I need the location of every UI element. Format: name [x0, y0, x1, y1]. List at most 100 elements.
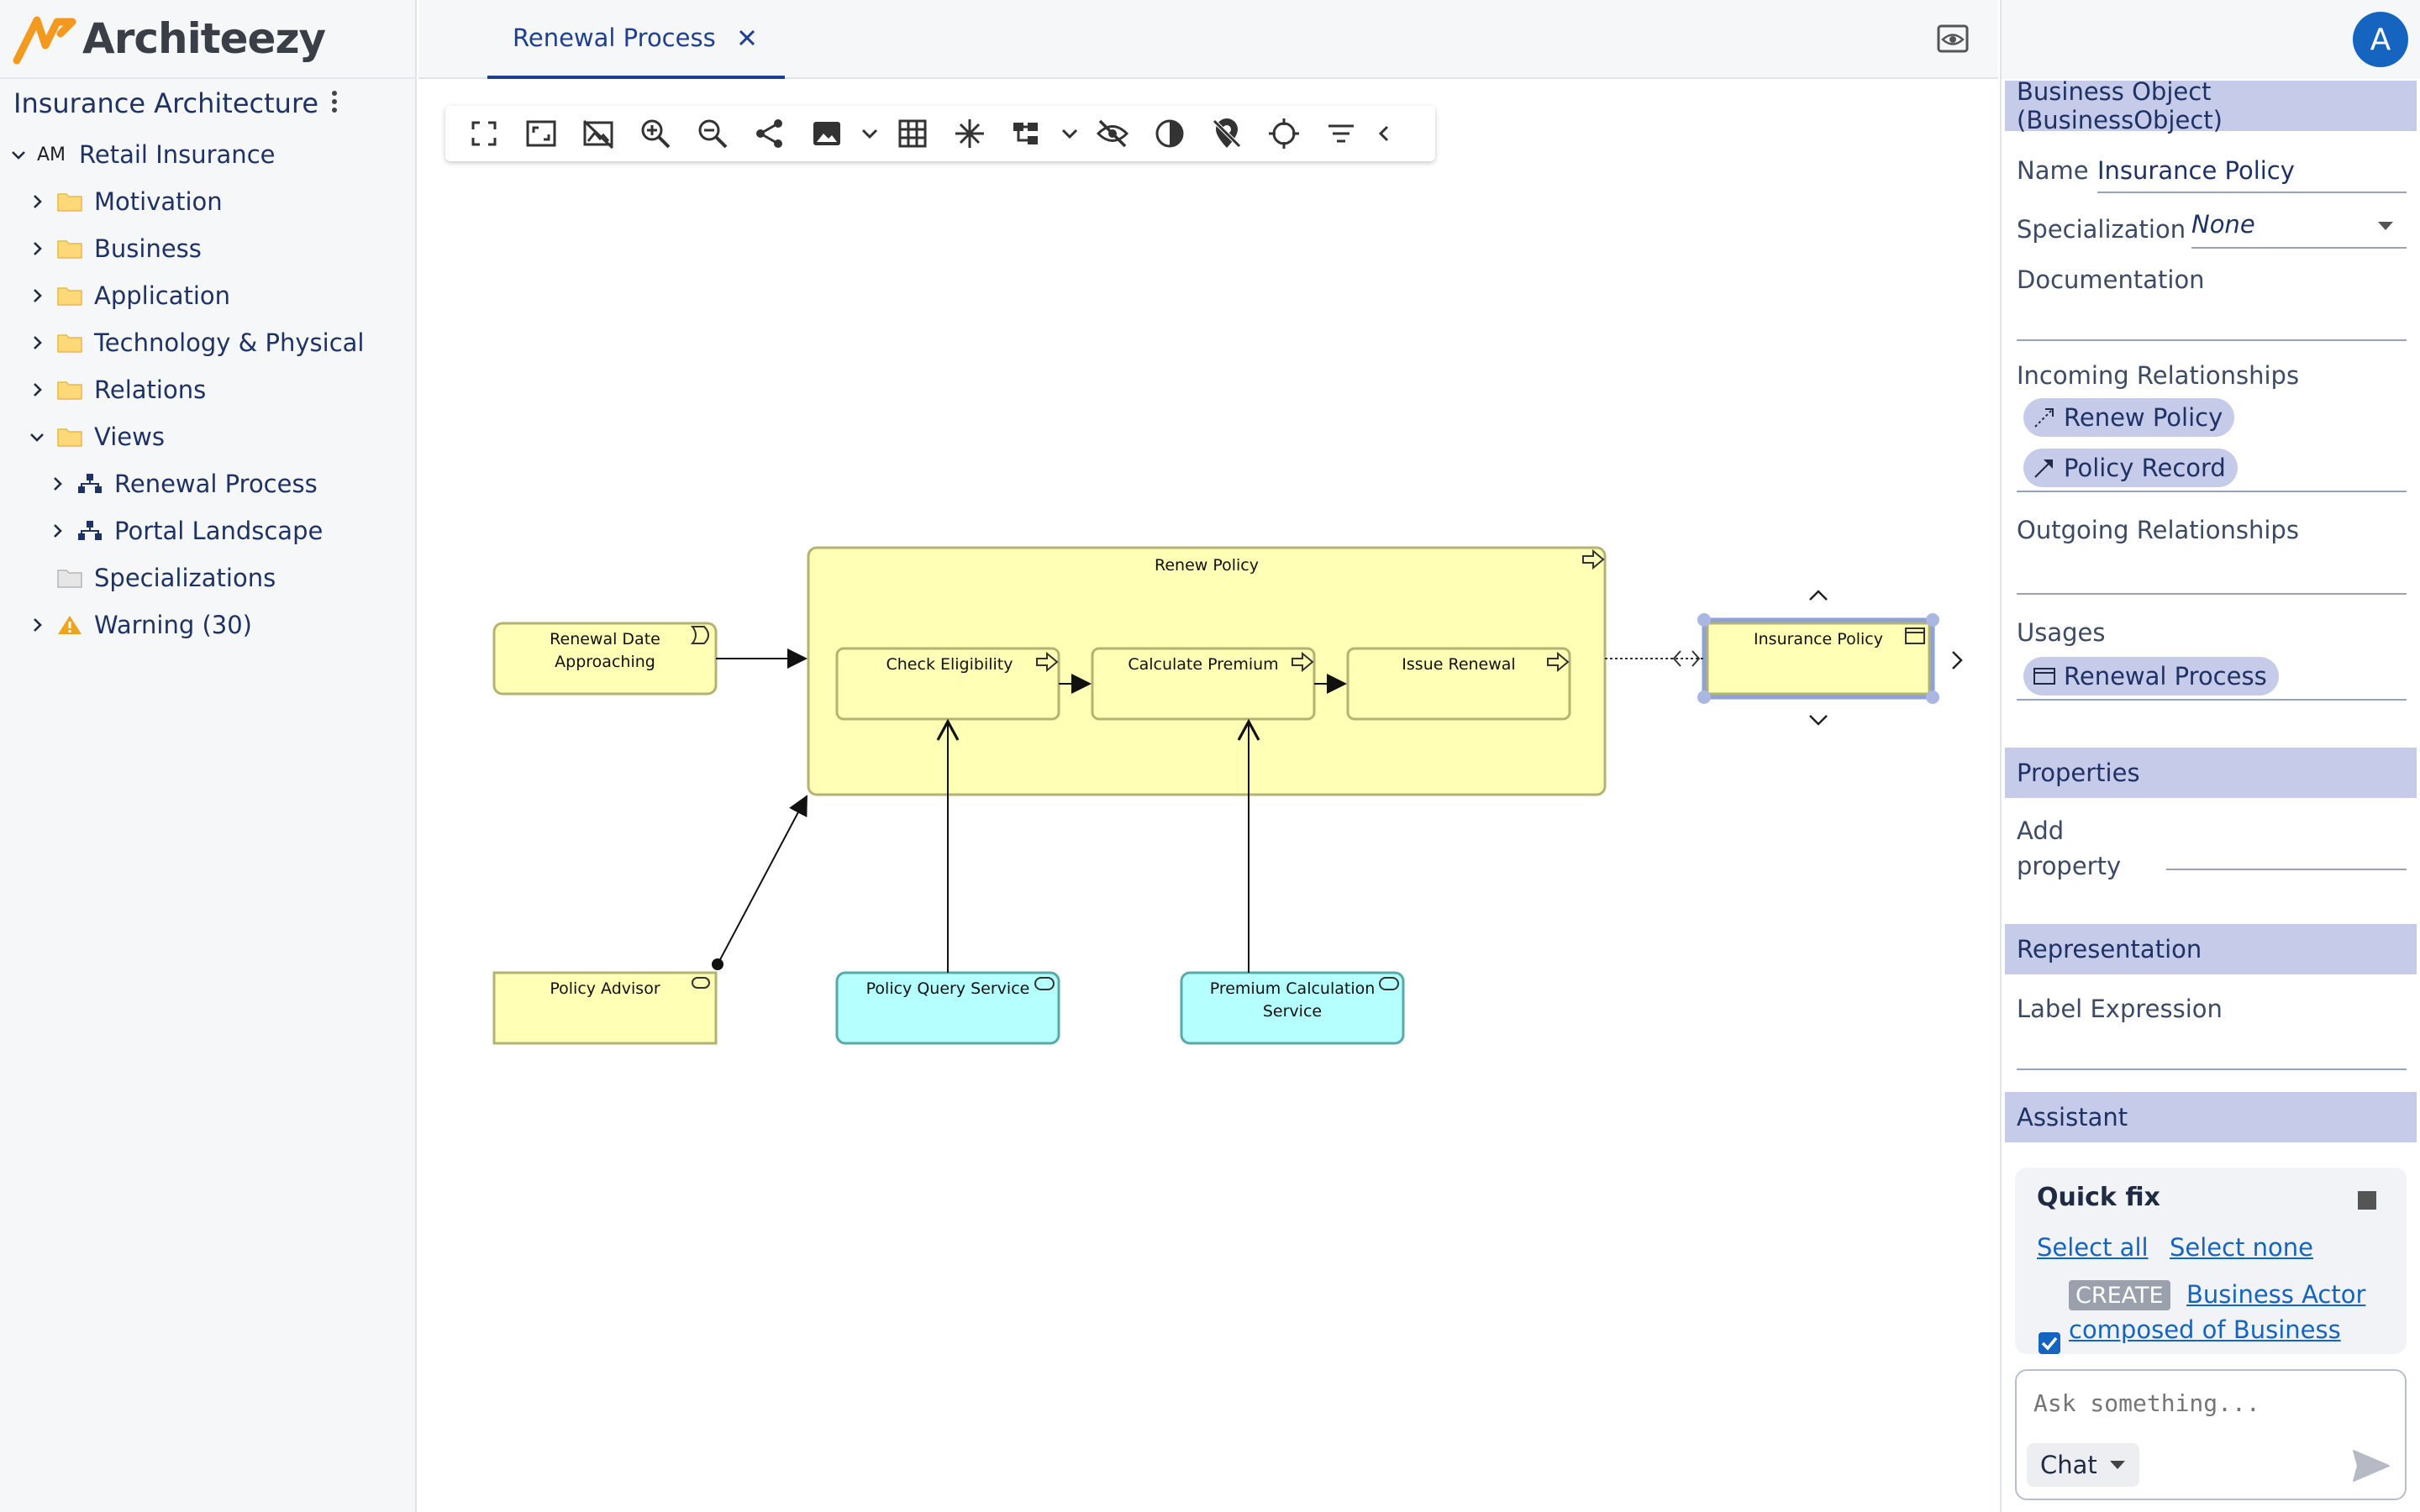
tree-item-business[interactable]: Business: [25, 227, 202, 270]
diagram-canvas[interactable]: Renew Policy Check Eligibility Calculate…: [418, 81, 1998, 1512]
assignment-relationship[interactable]: [717, 795, 808, 965]
tab-renewal-process[interactable]: Renewal Process: [487, 0, 785, 79]
project-more-icon[interactable]: [324, 87, 345, 121]
hide-pins-button[interactable]: [1198, 108, 1255, 159]
app-logo[interactable]: Architeezy: [12, 7, 326, 71]
layout-button[interactable]: [998, 108, 1055, 159]
chevron-down-icon[interactable]: [25, 425, 49, 449]
folder-icon: [57, 333, 82, 353]
chevron-right-icon[interactable]: [25, 378, 49, 402]
filter-icon: [1328, 124, 1354, 143]
chevron-right-icon[interactable]: [45, 519, 69, 543]
select-all-link[interactable]: Select all: [2037, 1233, 2149, 1262]
stop-icon[interactable]: [2358, 1191, 2376, 1210]
label-expression-field[interactable]: [2017, 1068, 2407, 1070]
assistant-header[interactable]: Assistant: [2005, 1092, 2417, 1142]
chevron-right-icon[interactable]: [25, 237, 49, 260]
filter-button[interactable]: [1313, 108, 1370, 159]
fit-view-button[interactable]: [513, 108, 570, 159]
representation-header[interactable]: Representation: [2005, 924, 2417, 974]
user-avatar[interactable]: A: [2353, 12, 2408, 67]
share-button[interactable]: [741, 108, 798, 159]
tree-item-portal-landscape[interactable]: Portal Landscape: [45, 509, 323, 553]
close-icon[interactable]: [734, 25, 760, 50]
quick-fix-title: Quick fix: [2037, 1183, 2160, 1212]
chevron-right-icon[interactable]: [25, 331, 49, 354]
tree-item-warnings[interactable]: Warning (30): [25, 603, 252, 647]
export-menu-button[interactable]: [855, 108, 884, 159]
process-calculate-premium[interactable]: Calculate Premium: [1091, 647, 1316, 721]
documentation-field[interactable]: [2017, 339, 2407, 341]
dropdown-arrow-icon[interactable]: [2376, 220, 2395, 232]
resize-handle[interactable]: [1697, 690, 1711, 704]
tree-item-label: Business: [94, 234, 202, 263]
chevron-right-icon[interactable]: [1952, 651, 1963, 669]
hide-elements-button[interactable]: [1084, 108, 1141, 159]
add-property-field[interactable]: [2166, 869, 2407, 870]
incoming-chip-renew-policy[interactable]: Renew Policy: [2023, 398, 2235, 437]
event-renewal-date-approaching[interactable]: Renewal Date Approaching: [492, 622, 718, 696]
tree-item-renewal-process[interactable]: Renewal Process: [45, 462, 318, 506]
fix-link-line2[interactable]: composed of Business: [2069, 1315, 2341, 1344]
send-icon[interactable]: [2351, 1448, 2391, 1483]
collapse-toolbar-button[interactable]: [1370, 108, 1398, 159]
realization-relationship-icon: [2034, 408, 2054, 428]
snap-button[interactable]: [941, 108, 998, 159]
chevron-right-icon[interactable]: [25, 613, 49, 637]
grid-button[interactable]: [884, 108, 941, 159]
zoom-out-button[interactable]: [684, 108, 741, 159]
tree-item-technology[interactable]: Technology & Physical: [25, 321, 364, 365]
fullscreen-button[interactable]: [455, 108, 513, 159]
chevron-down-icon[interactable]: [1809, 715, 1828, 726]
tree-item-label: Warning (30): [94, 611, 252, 639]
fix-link-line1[interactable]: Business Actor: [2186, 1280, 2365, 1309]
properties-header[interactable]: Properties: [2005, 748, 2417, 798]
project-title[interactable]: Insurance Architecture: [13, 87, 318, 119]
service-policy-query[interactable]: Policy Query Service: [835, 971, 1060, 1045]
contrast-button[interactable]: [1141, 108, 1198, 159]
name-field[interactable]: Insurance Policy: [2097, 156, 2295, 185]
specialization-select[interactable]: None: [2191, 210, 2255, 239]
role-policy-advisor[interactable]: Policy Advisor: [492, 971, 718, 1045]
resize-handle[interactable]: [1926, 613, 1939, 627]
chat-input[interactable]: [2033, 1389, 2386, 1417]
process-issue-renewal[interactable]: Issue Renewal: [1346, 647, 1571, 721]
usage-chip-renewal-process[interactable]: Renewal Process: [2023, 657, 2279, 696]
service-premium-calculation[interactable]: Premium Calculation Service: [1180, 971, 1405, 1045]
chevron-right-icon[interactable]: [25, 190, 49, 213]
preview-icon[interactable]: [1936, 24, 1970, 54]
add-property-label-line1: Add: [2017, 816, 2065, 845]
chevron-down-icon[interactable]: [7, 143, 30, 166]
chat-mode-select[interactable]: Chat: [2027, 1443, 2139, 1487]
zoom-in-button[interactable]: [627, 108, 684, 159]
panel-top-bar: A: [2002, 0, 2420, 79]
resize-handle[interactable]: [1697, 613, 1711, 627]
layout-menu-button[interactable]: [1055, 108, 1084, 159]
assignment-dot: [712, 958, 723, 970]
architeezy-logo-icon: [13, 16, 76, 65]
tree-item-model[interactable]: AM Retail Insurance: [7, 133, 275, 176]
tree-item-motivation[interactable]: Motivation: [25, 180, 223, 223]
tree-item-specializations[interactable]: Specializations: [25, 556, 276, 600]
share-icon: [756, 119, 782, 148]
chevron-up-icon[interactable]: [1809, 590, 1828, 601]
fix-checkbox[interactable]: [2039, 1332, 2060, 1354]
tree-item-views[interactable]: Views: [25, 415, 165, 459]
process-check-eligibility[interactable]: Check Eligibility: [835, 647, 1060, 721]
tree-item-relations[interactable]: Relations: [25, 368, 206, 412]
hide-minimap-button[interactable]: [570, 108, 627, 159]
add-property-label-line2: property: [2017, 852, 2122, 880]
select-none-link[interactable]: Select none: [2170, 1233, 2313, 1262]
chevron-right-icon[interactable]: [25, 284, 49, 307]
center-view-button[interactable]: [1255, 108, 1313, 159]
object-insurance-policy[interactable]: Insurance Policy: [1697, 590, 1963, 726]
incoming-chip-policy-record[interactable]: Policy Record: [2023, 449, 2238, 487]
warning-icon: [57, 615, 82, 635]
resize-handle[interactable]: [1926, 690, 1939, 704]
chevron-right-icon[interactable]: [45, 472, 69, 496]
tree-item-application[interactable]: Application: [25, 274, 230, 318]
tab-label: Renewal Process: [513, 24, 716, 52]
export-image-button[interactable]: [798, 108, 855, 159]
contrast-icon: [1155, 119, 1184, 148]
archimate-diagram[interactable]: Renew Policy Check Eligibility Calculate…: [418, 81, 1998, 1512]
